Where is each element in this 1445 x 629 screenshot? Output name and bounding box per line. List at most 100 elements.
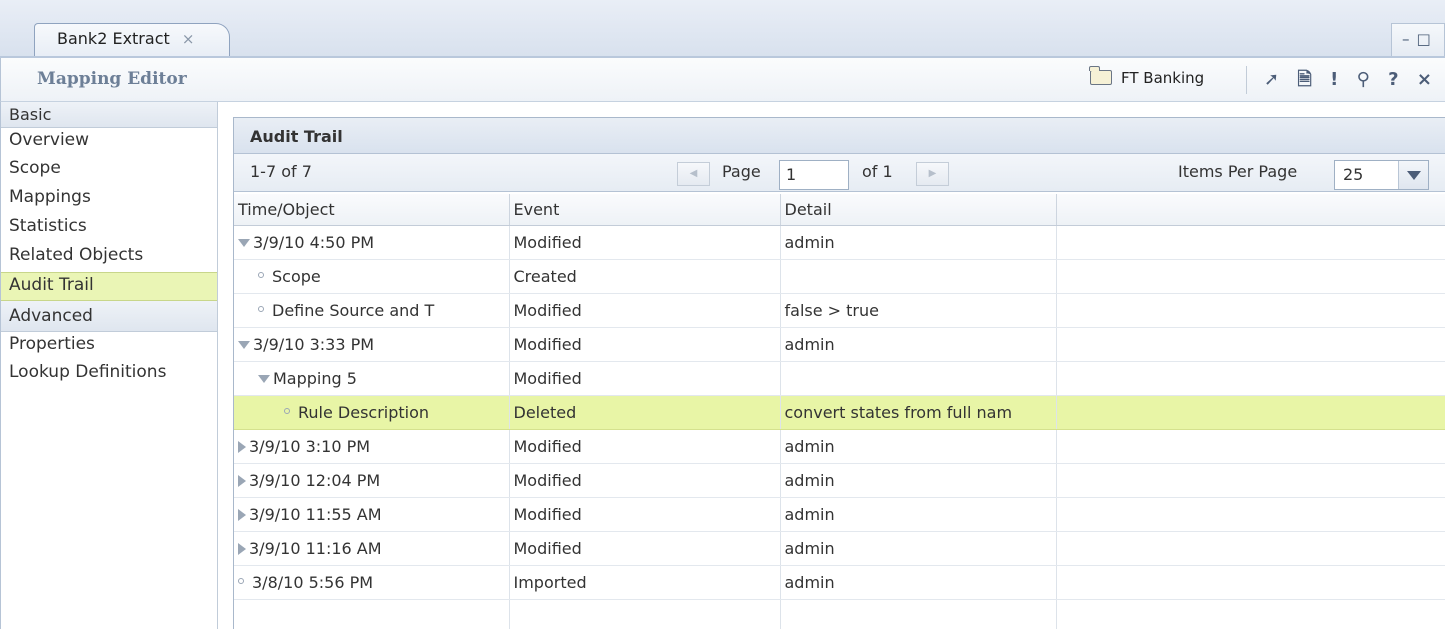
- cell-event: Modified: [509, 531, 781, 566]
- search-icon[interactable]: ⚲: [1357, 69, 1370, 90]
- chevron-down-icon[interactable]: [1398, 161, 1428, 189]
- items-per-page-select[interactable]: 25: [1334, 160, 1429, 190]
- cell-time-object: 3/9/10 12:04 PM: [234, 463, 510, 498]
- collapsed-icon[interactable]: [238, 474, 246, 487]
- collapsed-icon[interactable]: [238, 542, 246, 555]
- close-icon[interactable]: ×: [1417, 69, 1432, 90]
- panel-title: Audit Trail: [234, 118, 1445, 154]
- cell-blank: [1056, 361, 1445, 396]
- cell-time-object: Rule Description: [234, 395, 510, 430]
- main-area: Audit Trail 1-7 of 7 ◀ Page 1 of 1 ▶ Ite…: [218, 102, 1445, 629]
- time-object-text: 3/9/10 4:50 PM: [253, 232, 375, 252]
- table-row[interactable]: 3/9/10 11:16 AM Modified admin: [234, 531, 1445, 566]
- sidebar-item-overview[interactable]: Overview: [1, 128, 217, 156]
- sidebar-section-advanced[interactable]: Advanced: [1, 301, 217, 332]
- table-body: 3/9/10 4:50 PM Modified admin Scope Created D…: [234, 225, 1445, 629]
- cell-event: Modified: [509, 293, 781, 328]
- column-header-event[interactable]: Event: [509, 194, 781, 226]
- table-header-row: Time/Object Event Detail: [234, 194, 1445, 226]
- sidebar-item-related-objects[interactable]: Related Objects: [1, 243, 217, 272]
- cell-detail: admin: [780, 429, 1057, 464]
- table-row[interactable]: 3/9/10 3:33 PM Modified admin: [234, 327, 1445, 362]
- cell-blank: [1056, 293, 1445, 328]
- time-object-text: Scope: [272, 266, 321, 286]
- sidebar-item-audit-trail[interactable]: Audit Trail: [1, 272, 217, 301]
- collapsed-icon[interactable]: [238, 440, 246, 453]
- table-row[interactable]: Mapping 5 Modified: [234, 361, 1445, 396]
- cell-blank: [1056, 395, 1445, 430]
- tab-bank2-extract[interactable]: Bank2 Extract ×: [34, 23, 230, 58]
- cell-time-object: 3/9/10 4:50 PM: [234, 225, 510, 260]
- expanded-icon[interactable]: [238, 238, 250, 247]
- page-number-input[interactable]: 1: [779, 160, 849, 190]
- maximize-icon[interactable]: □: [1417, 30, 1438, 48]
- window-controls: –□: [1391, 23, 1445, 58]
- next-page-button[interactable]: ▶: [916, 162, 949, 186]
- cell-time-object: 3/8/10 5:56 PM: [234, 565, 510, 600]
- cell-detail: false > true: [780, 293, 1057, 328]
- table-row[interactable]: Define Source and T Modified false > true: [234, 293, 1445, 328]
- table-row[interactable]: 3/9/10 12:04 PM Modified admin: [234, 463, 1445, 498]
- time-object-text: 3/9/10 3:10 PM: [249, 436, 371, 456]
- project-link[interactable]: FT Banking: [1089, 66, 1205, 87]
- table-row[interactable]: 3/9/10 3:10 PM Modified admin: [234, 429, 1445, 464]
- empty-row: [234, 599, 1445, 629]
- help-icon[interactable]: ?: [1388, 69, 1398, 90]
- cell-time-object: Scope: [234, 259, 510, 294]
- cell-detail: admin: [780, 463, 1057, 498]
- cell-blank: [1056, 429, 1445, 464]
- cell-blank: [1056, 225, 1445, 260]
- cell-event: Modified: [509, 497, 781, 532]
- tab-close-icon[interactable]: ×: [182, 30, 195, 48]
- cell-event: Modified: [509, 463, 781, 498]
- time-object-text: 3/8/10 5:56 PM: [252, 572, 374, 592]
- audit-trail-panel: Audit Trail 1-7 of 7 ◀ Page 1 of 1 ▶ Ite…: [233, 117, 1445, 629]
- sidebar: Basic Overview Scope Mappings Statistics…: [0, 102, 218, 629]
- exclamation-icon[interactable]: !: [1330, 69, 1338, 90]
- time-object-text: Mapping 5: [273, 368, 357, 388]
- cell-detail: [780, 259, 1057, 294]
- column-header-detail[interactable]: Detail: [780, 194, 1057, 226]
- items-per-page-value: 25: [1343, 165, 1364, 184]
- column-header-time-object[interactable]: Time/Object: [234, 194, 510, 226]
- leaf-icon: [258, 271, 264, 278]
- cell-event: Modified: [509, 361, 781, 396]
- sidebar-item-lookup-definitions[interactable]: Lookup Definitions: [1, 360, 217, 389]
- table-row[interactable]: 3/9/10 4:50 PM Modified admin: [234, 225, 1445, 260]
- project-label: FT Banking: [1121, 69, 1205, 87]
- tab-label: Bank2 Extract: [57, 29, 170, 48]
- expanded-icon[interactable]: [258, 374, 270, 383]
- table-row[interactable]: Scope Created: [234, 259, 1445, 294]
- sidebar-item-scope[interactable]: Scope: [1, 156, 217, 185]
- sidebar-item-statistics[interactable]: Statistics: [1, 214, 217, 243]
- cell-blank: [1056, 327, 1445, 362]
- sidebar-section-basic[interactable]: Basic: [1, 102, 217, 128]
- document-icon[interactable]: 🗎: [1297, 69, 1311, 90]
- sidebar-item-mappings[interactable]: Mappings: [1, 185, 217, 214]
- arrow-icon[interactable]: ➚: [1264, 69, 1279, 90]
- cell-detail: admin: [780, 225, 1057, 260]
- table-row[interactable]: 3/9/10 11:55 AM Modified admin: [234, 497, 1445, 532]
- table-row[interactable]: Rule Description Deleted convert states fr…: [234, 395, 1445, 430]
- cell-detail: admin: [780, 497, 1057, 532]
- leaf-icon: [284, 407, 290, 414]
- time-object-text: 3/9/10 3:33 PM: [253, 334, 375, 354]
- cell-time-object: Define Source and T: [234, 293, 510, 328]
- cell-event: Deleted: [509, 395, 781, 430]
- column-header-blank: [1056, 194, 1445, 226]
- expanded-icon[interactable]: [238, 340, 250, 349]
- cell-blank: [1056, 531, 1445, 566]
- empty-cell: [1056, 599, 1445, 629]
- minimize-icon[interactable]: –: [1402, 30, 1417, 48]
- previous-page-button[interactable]: ◀: [677, 162, 710, 186]
- collapsed-icon[interactable]: [238, 508, 246, 521]
- cell-blank: [1056, 463, 1445, 498]
- audit-table: Time/Object Event Detail 3/9/10 4:50 PM M…: [234, 194, 1445, 629]
- table-row[interactable]: 3/8/10 5:56 PM Imported admin: [234, 565, 1445, 600]
- sidebar-item-properties[interactable]: Properties: [1, 332, 217, 360]
- empty-cell: [780, 599, 1057, 629]
- cell-time-object: 3/9/10 3:10 PM: [234, 429, 510, 464]
- record-count: 1-7 of 7: [250, 162, 312, 181]
- cell-detail: [780, 361, 1057, 396]
- empty-cell: [509, 599, 781, 629]
